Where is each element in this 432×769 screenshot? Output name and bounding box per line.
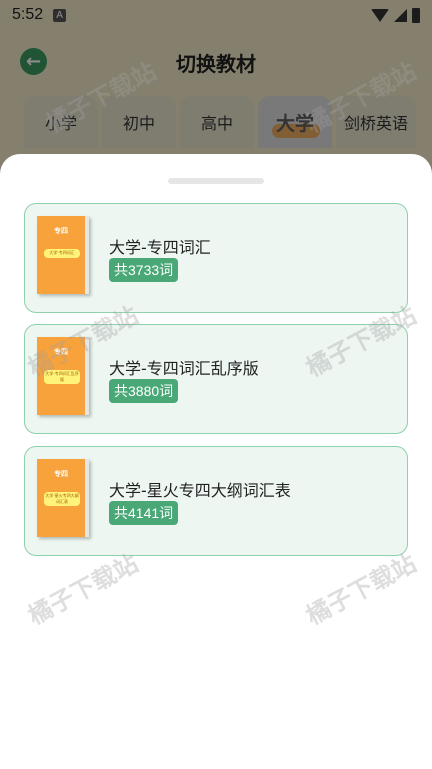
- book-card[interactable]: 专四 大学-专四词汇 大学-专四词汇 共3733词: [24, 203, 408, 313]
- cover-title: 专四: [54, 470, 68, 478]
- cover-label: 大学-专四词汇: [44, 249, 80, 258]
- book-card[interactable]: 专四 大学-专四词汇乱序版 大学-专四词汇乱序版 共3880词: [24, 324, 408, 434]
- word-count-badge: 共3733词: [109, 258, 179, 282]
- word-count-badge: 共4141词: [109, 501, 179, 525]
- tab-label: 大学: [275, 112, 314, 135]
- book-name: 大学-星火专四大纲词汇表: [109, 481, 291, 500]
- book-cover: 专四 大学-专四词汇: [37, 216, 89, 294]
- cover-title: 专四: [54, 227, 68, 235]
- cover-spine: [85, 459, 89, 537]
- sheet-drag-handle[interactable]: [168, 178, 264, 184]
- book-name: 大学-专四词汇乱序版: [109, 359, 259, 378]
- cover-label: 大学-专四词汇乱序版: [44, 370, 80, 384]
- book-cover: 专四 大学-星火专四大纲词汇表: [37, 459, 89, 537]
- cover-title: 专四: [54, 348, 68, 356]
- book-select-sheet: 专四 大学-专四词汇 大学-专四词汇 共3733词 专四 大学-专四词汇乱序版 …: [0, 154, 432, 769]
- book-name: 大学-专四词汇: [109, 238, 211, 257]
- cover-spine: [85, 337, 89, 415]
- book-cover: 专四 大学-专四词汇乱序版: [37, 337, 89, 415]
- word-count-badge: 共3880词: [109, 379, 179, 403]
- book-card[interactable]: 专四 大学-星火专四大纲词汇表 大学-星火专四大纲词汇表 共4141词: [24, 446, 408, 556]
- cover-spine: [85, 216, 89, 294]
- cover-label: 大学-星火专四大纲词汇表: [44, 492, 80, 506]
